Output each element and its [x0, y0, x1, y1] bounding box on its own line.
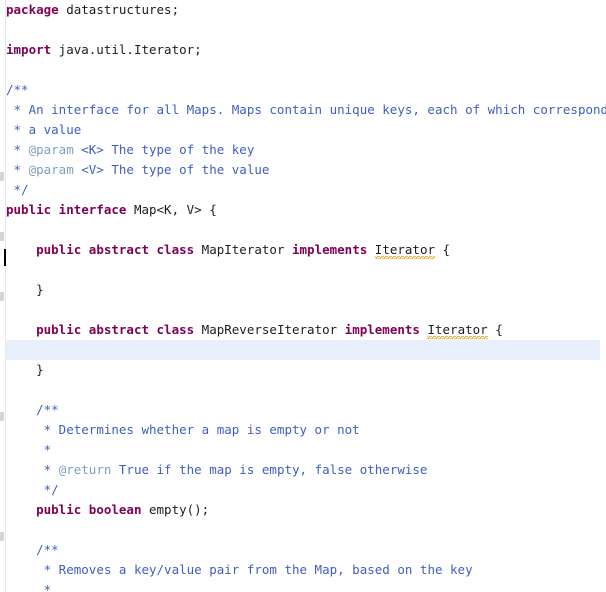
line-blank-7[interactable] — [0, 520, 606, 540]
token-cmt: True if the map is empty, false otherwis… — [111, 462, 428, 477]
token-cmt: /** — [6, 82, 29, 97]
line-javadoc-interface-close[interactable]: */ — [0, 180, 606, 200]
line-javadoc-interface-desc[interactable]: * An interface for all Maps. Maps contai… — [0, 100, 606, 120]
token-kw: public abstract class — [36, 242, 195, 257]
line-class-mapreverseiterator-close[interactable]: } — [0, 360, 606, 380]
token-warn: Iterator — [427, 322, 488, 339]
line-javadoc-interface-open[interactable]: /** — [0, 80, 606, 100]
token-cmt: * — [36, 442, 52, 457]
token-plain: } — [6, 282, 44, 297]
token-cmt: * — [36, 462, 59, 477]
token-kw: implements — [292, 242, 368, 257]
line-blank-4[interactable] — [0, 260, 606, 280]
line-method-empty[interactable]: public boolean empty(); — [0, 500, 606, 520]
code-text-area[interactable]: package datastructures; import java.util.… — [0, 0, 606, 592]
token-warn: Iterator — [374, 242, 436, 259]
token-plain: { — [487, 322, 503, 337]
token-plain: { — [435, 242, 451, 257]
code-editor[interactable]: package datastructures; import java.util.… — [0, 0, 606, 592]
token-plain: MapIterator — [194, 242, 292, 257]
editor-gutter[interactable] — [0, 0, 6, 592]
token-cmt: * Determines whether a map is empty or n… — [36, 422, 360, 437]
fold-marker-class-mapiterator[interactable] — [0, 172, 4, 181]
token-cmt: */ — [36, 482, 59, 497]
token-tag: @return — [58, 462, 112, 477]
token-plain: } — [6, 362, 44, 377]
token-plain: Map<K, V> { — [126, 202, 217, 217]
token-tag: @param — [28, 162, 74, 177]
line-class-mapiterator-close[interactable]: } — [0, 280, 606, 300]
line-package[interactable]: package datastructures; — [0, 0, 606, 20]
text-caret — [4, 249, 6, 266]
line-javadoc-erase-desc[interactable]: * Removes a key/value pair from the Map,… — [0, 560, 606, 580]
line-blank-1[interactable] — [0, 20, 606, 40]
token-kw: package — [6, 2, 59, 17]
token-cmt: <K> The type of the key — [73, 142, 255, 157]
line-interface-decl[interactable]: public interface Map<K, V> { — [0, 200, 606, 220]
line-javadoc-empty-desc[interactable]: * Determines whether a map is empty or n… — [0, 420, 606, 440]
line-current-empty[interactable] — [0, 340, 600, 360]
token-plain: datastructures; — [58, 2, 180, 17]
token-kw: public abstract class — [36, 322, 195, 337]
token-cmt: * — [6, 142, 29, 157]
line-javadoc-erase-open[interactable]: /** — [0, 540, 606, 560]
token-cmt: /** — [36, 402, 59, 417]
fold-marker-class-mapreverseiterator[interactable] — [0, 232, 4, 241]
line-blank-5[interactable] — [0, 300, 606, 320]
line-class-mapiterator[interactable]: public abstract class MapIterator implem… — [0, 240, 606, 260]
token-kw: implements — [344, 322, 420, 337]
token-cmt: * An interface for all Maps. Maps contai… — [6, 102, 606, 117]
token-cmt: * a value — [6, 122, 82, 137]
token-kw: public boolean — [36, 502, 142, 517]
token-tag: @param — [28, 142, 74, 157]
line-javadoc-empty-close[interactable]: */ — [0, 480, 606, 500]
line-javadoc-empty-return[interactable]: * @return True if the map is empty, fals… — [0, 460, 606, 480]
token-plain: MapReverseIterator — [194, 322, 345, 337]
token-kw: public interface — [6, 202, 127, 217]
line-import[interactable]: import java.util.Iterator; — [0, 40, 606, 60]
token-plain: java.util.Iterator; — [51, 42, 202, 57]
line-javadoc-param-v[interactable]: * @param <V> The type of the value — [0, 160, 606, 180]
line-javadoc-empty-sep[interactable]: * — [0, 440, 606, 460]
token-cmt: <V> The type of the value — [73, 162, 270, 177]
line-blank-2[interactable] — [0, 60, 606, 80]
token-cmt: */ — [6, 182, 29, 197]
token-plain: empty(); — [141, 502, 210, 517]
line-javadoc-empty-open[interactable]: /** — [0, 400, 606, 420]
line-class-mapreverseiterator[interactable]: public abstract class MapReverseIterator… — [0, 320, 606, 340]
line-blank-3[interactable] — [0, 220, 606, 240]
token-cmt: /** — [36, 542, 59, 557]
fold-marker-javadoc-size[interactable] — [0, 532, 4, 541]
fold-marker-javadoc-erase[interactable] — [0, 412, 4, 421]
token-cmt: * — [36, 582, 52, 592]
token-kw: import — [6, 42, 52, 57]
line-javadoc-interface-desc-2[interactable]: * a value — [0, 120, 606, 140]
token-cmt: * Removes a key/value pair from the Map,… — [36, 562, 473, 577]
line-blank-6[interactable] — [0, 380, 606, 400]
line-javadoc-erase-sep[interactable]: * — [0, 580, 606, 592]
token-cmt: * — [6, 162, 29, 177]
line-javadoc-param-k[interactable]: * @param <K> The type of the key — [0, 140, 606, 160]
fold-marker-javadoc-empty[interactable] — [0, 292, 4, 301]
